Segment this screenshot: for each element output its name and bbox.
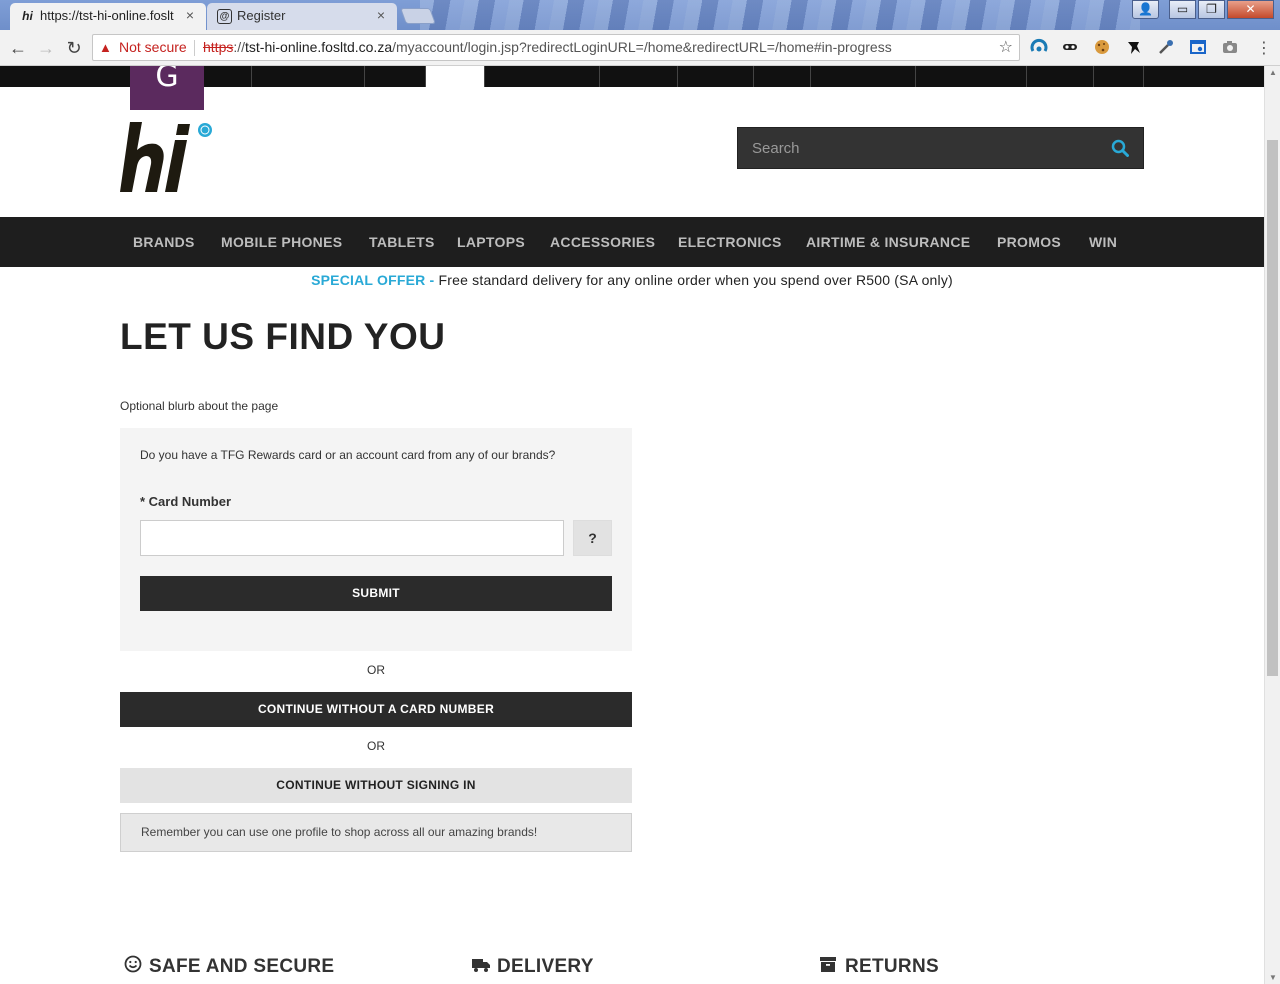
continue-without-signing-in-button[interactable]: CONTINUE WITHOUT SIGNING IN — [120, 768, 632, 803]
card-lookup-panel: Do you have a TFG Rewards card or an acc… — [120, 428, 632, 651]
brand-nav-prev[interactable] — [204, 66, 252, 87]
box-icon — [820, 957, 836, 972]
close-window-button[interactable]: ✕ — [1227, 0, 1274, 19]
hi-logo[interactable] — [120, 122, 215, 198]
brand-link[interactable] — [916, 66, 1027, 87]
warning-icon: ▲ — [99, 40, 112, 55]
url-host: tst-hi-online.fosltd.co.za — [245, 39, 393, 55]
card-help-button[interactable]: ? — [573, 520, 612, 556]
scroll-up-arrow-icon[interactable]: ▲ — [1265, 68, 1280, 77]
nav-item-win[interactable]: WIN — [1089, 217, 1117, 267]
forward-button[interactable]: → — [34, 36, 58, 60]
new-tab-button[interactable] — [400, 8, 436, 24]
reload-button[interactable]: ↻ — [62, 36, 86, 60]
offer-highlight: SPECIAL OFFER - — [311, 272, 435, 288]
scrollbar-thumb[interactable] — [1267, 140, 1278, 676]
brand-link[interactable] — [1027, 66, 1094, 87]
tab-close-icon[interactable]: × — [186, 3, 194, 28]
brand-nav-next[interactable] — [1094, 66, 1144, 87]
profile-reminder-note: Remember you can use one profile to shop… — [120, 813, 632, 852]
minimize-button[interactable]: ▭ — [1169, 0, 1196, 19]
nav-item-brands[interactable]: BRANDS — [133, 217, 195, 267]
nav-item-promos[interactable]: PROMOS — [997, 217, 1061, 267]
tab-title: https://tst-hi-online.foslt — [40, 8, 174, 23]
nav-item-tablets[interactable]: TABLETS — [369, 217, 435, 267]
card-number-label: * Card Number — [140, 494, 232, 509]
feature-label: RETURNS — [845, 956, 939, 977]
restore-button[interactable]: ❐ — [1198, 0, 1225, 19]
brand-link[interactable] — [365, 66, 426, 87]
extension-cloud-icon[interactable] — [1029, 38, 1049, 58]
continue-without-card-button[interactable]: CONTINUE WITHOUT A CARD NUMBER — [120, 692, 632, 727]
extension-eyedropper-icon[interactable] — [1156, 38, 1176, 58]
extension-window-icon[interactable] — [1188, 38, 1208, 58]
search-icon[interactable] — [1111, 139, 1129, 157]
card-number-input[interactable] — [140, 520, 564, 556]
profile-icon[interactable]: 👤 — [1132, 0, 1159, 19]
truck-icon — [472, 959, 490, 972]
tabstrip-background — [420, 0, 1140, 30]
back-button[interactable]: ← — [6, 36, 30, 60]
tab-close-icon[interactable]: × — [377, 3, 385, 28]
nav-item-electronics[interactable]: ELECTRONICS — [678, 217, 782, 267]
brand-link-active[interactable] — [426, 66, 485, 87]
feature-label: DELIVERY — [497, 956, 594, 977]
tab-title: Register — [237, 8, 286, 23]
nav-item-laptops[interactable]: LAPTOPS — [457, 217, 525, 267]
brand-link[interactable] — [485, 66, 600, 87]
url-text[interactable]: https://tst-hi-online.fosltd.co.za/myacc… — [203, 35, 892, 60]
feature-delivery: DELIVERY — [471, 954, 594, 978]
browser-toolbar: ← → ↻ ▲ Not secure https://tst-hi-online… — [0, 30, 1280, 66]
extension-mask-icon[interactable] — [1060, 38, 1080, 58]
address-bar[interactable]: ▲ Not secure https://tst-hi-online.foslt… — [92, 34, 1020, 61]
or-separator: OR — [367, 739, 385, 753]
tab-hi-online[interactable]: hi https://tst-hi-online.foslt × — [10, 3, 206, 30]
submit-button[interactable]: SUBMIT — [140, 576, 612, 611]
search-box — [737, 127, 1144, 169]
nav-item-accessories[interactable]: ACCESSORIES — [550, 217, 655, 267]
feature-returns: RETURNS — [819, 954, 939, 978]
extension-ninja-icon[interactable] — [1124, 38, 1144, 58]
nav-item-airtime-insurance[interactable]: AIRTIME & INSURANCE — [806, 217, 970, 267]
scroll-down-arrow-icon[interactable]: ▼ — [1265, 973, 1280, 982]
url-path: /myaccount/login.jsp?redirectLoginURL=/h… — [392, 39, 892, 55]
extension-camera-icon[interactable] — [1220, 38, 1240, 58]
brand-link[interactable] — [600, 66, 678, 87]
brand-link[interactable] — [811, 66, 916, 87]
feature-label: SAFE AND SECURE — [149, 956, 335, 977]
brand-link[interactable] — [678, 66, 754, 87]
hi-favicon-icon: hi — [22, 9, 33, 23]
nav-item-mobile-phones[interactable]: MOBILE PHONES — [221, 217, 342, 267]
browser-menu-icon[interactable]: ⋮ — [1256, 38, 1272, 58]
brand-link[interactable] — [252, 66, 365, 87]
page-scrollbar[interactable]: ▲ ▼ — [1264, 66, 1280, 984]
at-favicon-icon: @ — [217, 9, 232, 24]
page-viewport: G BRANDS MOBILE PHONES TABLETS LAPTOPS A… — [0, 66, 1264, 984]
page-blurb: Optional blurb about the page — [120, 399, 279, 413]
extension-cookie-icon[interactable] — [1092, 38, 1112, 58]
url-scheme-separator: :// — [233, 39, 246, 55]
smiley-icon — [124, 955, 142, 973]
or-separator: OR — [367, 663, 385, 677]
main-navigation: BRANDS MOBILE PHONES TABLETS LAPTOPS ACC… — [0, 217, 1264, 267]
special-offer-banner: SPECIAL OFFER - Free standard delivery f… — [0, 272, 1264, 288]
url-scheme: https — [203, 39, 234, 55]
browser-tab-strip: hi https://tst-hi-online.foslt × @ Regis… — [0, 0, 1280, 30]
brand-badge-g[interactable]: G — [130, 66, 204, 110]
page-title: LET US FIND YOU — [120, 316, 446, 357]
omnibox-divider — [194, 40, 195, 56]
brand-link[interactable] — [754, 66, 811, 87]
tab-register[interactable]: @ Register × — [207, 3, 397, 30]
window-controls: 👤 ▭ ❐ ✕ — [1130, 0, 1274, 20]
offer-text: Free standard delivery for any online or… — [434, 272, 953, 288]
not-secure-label[interactable]: Not secure — [119, 35, 187, 60]
search-input[interactable] — [738, 128, 1098, 168]
card-question: Do you have a TFG Rewards card or an acc… — [140, 448, 556, 462]
bookmark-star-icon[interactable]: ☆ — [999, 35, 1013, 60]
feature-safe-secure: SAFE AND SECURE — [123, 954, 334, 978]
